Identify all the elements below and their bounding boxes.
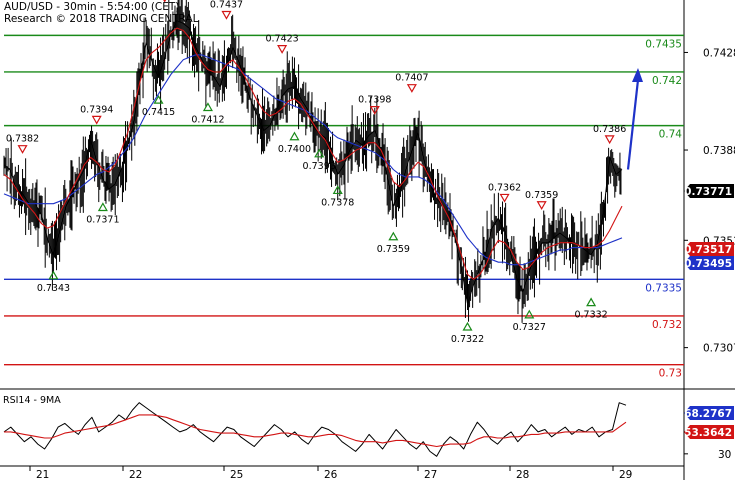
time-tick-label: 26 bbox=[324, 469, 338, 480]
pivot-label: 0.7322 bbox=[451, 334, 484, 345]
pivot-low-marker bbox=[586, 297, 597, 307]
pivot-label: 0.7394 bbox=[80, 104, 113, 115]
research-credit: Research © 2018 TRADING CENTRAL bbox=[4, 13, 199, 25]
level-label: 0.742 bbox=[652, 75, 682, 87]
pivot-label: 0.7412 bbox=[191, 114, 224, 125]
rsi-tag-label: 53.3642 bbox=[684, 427, 732, 439]
pivot-high-marker bbox=[604, 135, 615, 145]
forecast-arrow-shaft bbox=[626, 79, 640, 170]
time-tick-label: 27 bbox=[424, 469, 437, 480]
level-label: 0.7335 bbox=[645, 282, 682, 294]
pivot-label: 0.7407 bbox=[395, 73, 428, 84]
pivot-high-marker bbox=[17, 145, 28, 154]
pivot-label: 0.7415 bbox=[142, 107, 175, 118]
pivot-high-marker bbox=[499, 193, 510, 203]
rsi-tag-label: 68.2767 bbox=[684, 408, 732, 420]
level-label: 0.74 bbox=[659, 129, 683, 141]
level-label: 0.732 bbox=[652, 319, 682, 331]
time-tick-label: 25 bbox=[230, 469, 243, 480]
pivot-low-marker bbox=[153, 94, 164, 104]
time-tick-label: 22 bbox=[129, 469, 142, 480]
rsi-tick-label: 30 bbox=[718, 449, 731, 461]
pivot-low-marker bbox=[289, 131, 300, 141]
pivot-label: 0.7362 bbox=[488, 182, 521, 193]
pivot-low-marker bbox=[524, 309, 535, 319]
pivot-low-marker bbox=[48, 270, 59, 280]
time-tick-label: 21 bbox=[36, 469, 49, 480]
pivot-label: 0.7359 bbox=[377, 244, 410, 255]
pivot-label: 0.7400 bbox=[278, 144, 311, 155]
pivot-high-marker bbox=[221, 10, 232, 20]
pivot-label: 0.7423 bbox=[265, 34, 298, 45]
time-tick-label: 28 bbox=[516, 469, 529, 480]
pivot-high-marker bbox=[277, 45, 288, 54]
time-tick-label: 29 bbox=[619, 469, 632, 480]
price-tag-label: 0.73517 bbox=[684, 244, 732, 256]
level-label: 0.73 bbox=[659, 368, 682, 380]
chart-title: AUD/USD - 30min - 5:54:00 (CET) bbox=[4, 1, 180, 13]
pivot-low-marker bbox=[462, 321, 473, 331]
rsi-ma-line bbox=[4, 414, 627, 448]
price-chart: 0.7435 0.742 0.74 0.7335 0.732 0.73 0.7382 0.7… bbox=[0, 0, 735, 480]
pivot-label: 0.7371 bbox=[86, 215, 119, 226]
pivot-label: 0.7327 bbox=[513, 322, 546, 333]
pivot-label: 0.7386 bbox=[593, 124, 626, 135]
pivot-label: 0.7382 bbox=[6, 134, 39, 145]
forecast-arrow-head bbox=[632, 67, 643, 82]
pivot-high-marker bbox=[536, 201, 547, 210]
level-label: 0.7435 bbox=[645, 38, 682, 50]
pivot-label: 0.7378 bbox=[321, 197, 354, 208]
price-tag-label: 0.73771 bbox=[684, 186, 732, 198]
pivot-label: 0.7437 bbox=[210, 0, 243, 10]
rsi-line bbox=[3, 402, 627, 457]
pivot-low-marker bbox=[97, 202, 108, 212]
price-tick-label: 0.7307 bbox=[703, 343, 735, 355]
pivot-label: 0.7343 bbox=[37, 283, 70, 294]
pivot-high-marker bbox=[91, 115, 102, 125]
price-tick-label: 0.7428 bbox=[703, 47, 735, 59]
pivot-label: 0.7332 bbox=[574, 310, 607, 321]
pivot-high-marker bbox=[406, 84, 417, 93]
pivot-label: 0.7359 bbox=[525, 190, 558, 201]
pivot-label: 0.7393 bbox=[303, 161, 336, 172]
price-tick-label: 0.7388 bbox=[703, 145, 735, 157]
rsi-title: RSI14 - 9MA bbox=[3, 395, 61, 406]
price-tag-label: 0.73495 bbox=[684, 258, 732, 270]
pivot-low-marker bbox=[202, 102, 213, 112]
pivot-label: 0.7398 bbox=[358, 95, 391, 106]
pivot-low-marker bbox=[388, 231, 399, 241]
